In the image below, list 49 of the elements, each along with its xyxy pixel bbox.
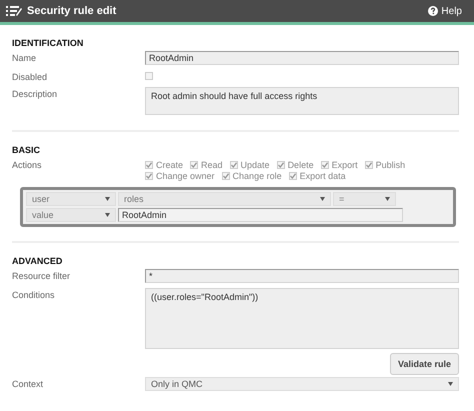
checkbox[interactable] [145, 172, 153, 180]
section-heading: BASIC [12, 145, 40, 155]
checkbox-label: Publish [376, 160, 406, 170]
dropdown[interactable]: roles [118, 192, 331, 206]
dropdown[interactable]: = [333, 192, 396, 206]
checkbox[interactable] [288, 172, 297, 180]
dropdown[interactable]: value [26, 208, 116, 222]
field-label: Disabled [12, 71, 48, 82]
checkbox-label: Delete [288, 160, 314, 170]
field-label: Actions [12, 159, 42, 170]
description-field[interactable]: Root admin should have full access rights [145, 87, 459, 115]
field-label: Name [12, 52, 36, 63]
value-field[interactable]: RootAdmin [118, 208, 403, 222]
caret-icon [105, 213, 110, 217]
checkbox[interactable] [230, 161, 238, 169]
help-link[interactable]: Help [428, 6, 462, 16]
checkbox-label: Export [332, 160, 358, 170]
field-label: Conditions [12, 289, 55, 300]
checkbox-label: Change role [232, 171, 282, 181]
context-dropdown[interactable]: Only in QMC [145, 377, 459, 391]
checkbox[interactable] [145, 72, 153, 80]
field-label: Description [12, 88, 58, 99]
checkbox[interactable] [320, 161, 329, 169]
caret-icon [105, 197, 110, 201]
field-label: Resource filter [12, 270, 70, 281]
help-icon [428, 6, 438, 16]
checkbox-label: Change owner [156, 171, 215, 181]
checkbox[interactable] [145, 161, 153, 169]
menu-icon[interactable] [6, 6, 22, 16]
checkbox[interactable] [364, 161, 373, 169]
conditions-field[interactable]: ((user.roles="RootAdmin")) [145, 288, 459, 349]
checkbox[interactable] [190, 161, 198, 169]
section-heading: IDENTIFICATION [12, 38, 84, 48]
caret-icon [448, 382, 453, 386]
checkbox-label: Export data [300, 171, 346, 181]
field-label: Context [12, 378, 44, 389]
validate-rule-button[interactable]: Validate rule [390, 353, 459, 375]
name-field[interactable]: RootAdmin [145, 51, 459, 65]
checkbox-label: Create [156, 160, 184, 170]
window-title: Security rule edit [27, 5, 118, 17]
caret-icon [385, 197, 390, 201]
caret-icon [320, 197, 325, 201]
checkbox[interactable] [276, 161, 285, 169]
section-heading: ADVANCED [12, 256, 62, 266]
checkbox[interactable] [222, 172, 230, 180]
checkbox-label: Update [240, 160, 270, 170]
resource-filter-field[interactable]: * [145, 269, 459, 283]
dropdown[interactable]: user [26, 192, 116, 206]
checkbox-label: Read [201, 160, 223, 170]
